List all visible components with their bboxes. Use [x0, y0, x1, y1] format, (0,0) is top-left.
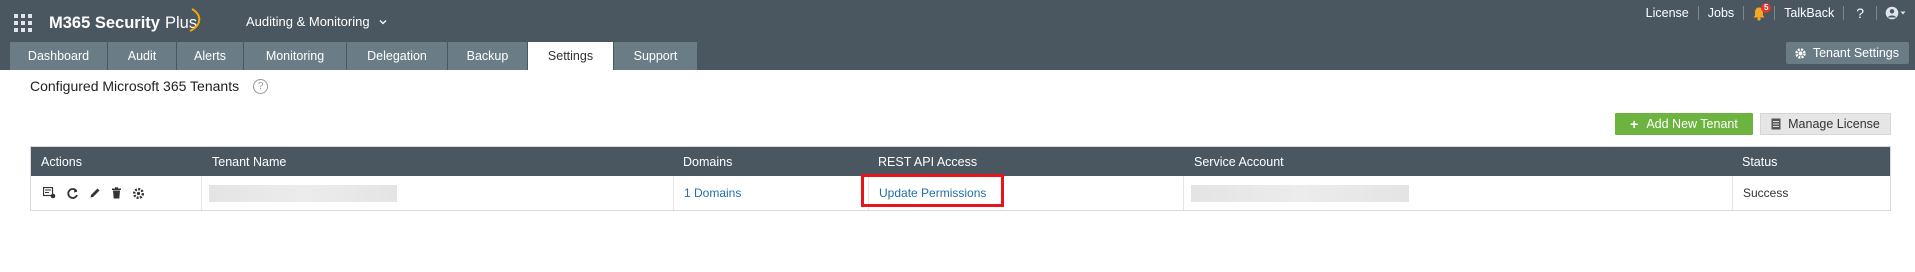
- header-tenant-name[interactable]: Tenant Name: [212, 147, 286, 176]
- talkback-link[interactable]: TalkBack: [1775, 6, 1843, 20]
- help-icon[interactable]: ?: [253, 78, 269, 94]
- tab-delegation[interactable]: Delegation: [347, 42, 448, 70]
- tab-audit[interactable]: Audit: [108, 42, 177, 70]
- product-switch-label: Auditing & Monitoring: [246, 14, 370, 29]
- user-avatar-icon: [1885, 6, 1906, 20]
- header-links: License Jobs 5 TalkBack ?: [1637, 0, 1915, 26]
- table-header: Actions Tenant Name Domains REST API Acc…: [31, 147, 1890, 176]
- top-header: M365 Security Plus Auditing & Monitoring…: [0, 0, 1915, 70]
- column-divider: [1183, 176, 1184, 210]
- tab-backup[interactable]: Backup: [448, 42, 528, 70]
- column-divider: [201, 176, 202, 210]
- app-launcher-icon[interactable]: [14, 14, 32, 32]
- page-title: Configured Microsoft 365 Tenants: [30, 78, 240, 94]
- logo-swoosh-icon: [189, 8, 201, 32]
- gear-icon: [1795, 47, 1806, 59]
- notifications-button[interactable]: 5: [1744, 0, 1774, 26]
- header-status[interactable]: Status: [1742, 147, 1777, 176]
- delete-icon[interactable]: [111, 187, 122, 199]
- license-link[interactable]: License: [1637, 6, 1698, 20]
- column-divider: [673, 176, 674, 210]
- refresh-icon[interactable]: [66, 187, 79, 200]
- service-account-cell: [1191, 176, 1409, 210]
- tab-support[interactable]: Support: [614, 42, 698, 70]
- header-rest-api-access[interactable]: REST API Access: [878, 147, 977, 176]
- tenant-settings-label: Tenant Settings: [1812, 46, 1899, 60]
- tab-alerts[interactable]: Alerts: [177, 42, 244, 70]
- details-icon[interactable]: [43, 187, 56, 199]
- notification-count-badge: 5: [1761, 3, 1772, 13]
- tab-settings[interactable]: Settings: [528, 42, 614, 70]
- user-menu-button[interactable]: [1877, 0, 1915, 26]
- product-name: M365 Security: [49, 13, 160, 32]
- add-new-tenant-button[interactable]: + Add New Tenant: [1615, 113, 1753, 135]
- status-text: Success: [1743, 186, 1789, 200]
- manage-license-label: Manage License: [1788, 117, 1880, 131]
- highlight-annotation: [861, 174, 1004, 207]
- tab-dashboard[interactable]: Dashboard: [10, 42, 108, 70]
- edit-icon[interactable]: [89, 187, 101, 199]
- header-service-account[interactable]: Service Account: [1194, 147, 1284, 176]
- tenant-name-value: [209, 184, 397, 202]
- jobs-link[interactable]: Jobs: [1699, 6, 1743, 20]
- column-divider: [1732, 176, 1733, 210]
- tenant-name-cell: [209, 176, 397, 210]
- product-logo[interactable]: M365 Security Plus: [49, 11, 197, 35]
- plus-icon: +: [1630, 116, 1639, 132]
- top-bar: M365 Security Plus Auditing & Monitoring…: [0, 0, 1915, 42]
- tab-monitoring[interactable]: Monitoring: [244, 42, 347, 70]
- chevron-down-icon: [379, 19, 387, 24]
- add-new-tenant-label: Add New Tenant: [1646, 117, 1738, 131]
- document-icon: [1771, 118, 1781, 130]
- main-tabs: Dashboard Audit Alerts Monitoring Delega…: [10, 42, 698, 70]
- header-actions: Actions: [41, 154, 82, 169]
- header-domains[interactable]: Domains: [683, 147, 732, 176]
- domains-link[interactable]: 1 Domains: [684, 176, 741, 210]
- page-title-row: Configured Microsoft 365 Tenants ?: [30, 78, 269, 94]
- tenant-settings-button[interactable]: Tenant Settings: [1785, 42, 1909, 64]
- manage-license-button[interactable]: Manage License: [1760, 113, 1891, 135]
- product-switcher[interactable]: Auditing & Monitoring: [246, 14, 388, 29]
- service-account-value: [1191, 184, 1409, 202]
- row-actions: [43, 176, 145, 210]
- settings-icon[interactable]: [132, 187, 145, 200]
- help-link[interactable]: ?: [1844, 5, 1876, 21]
